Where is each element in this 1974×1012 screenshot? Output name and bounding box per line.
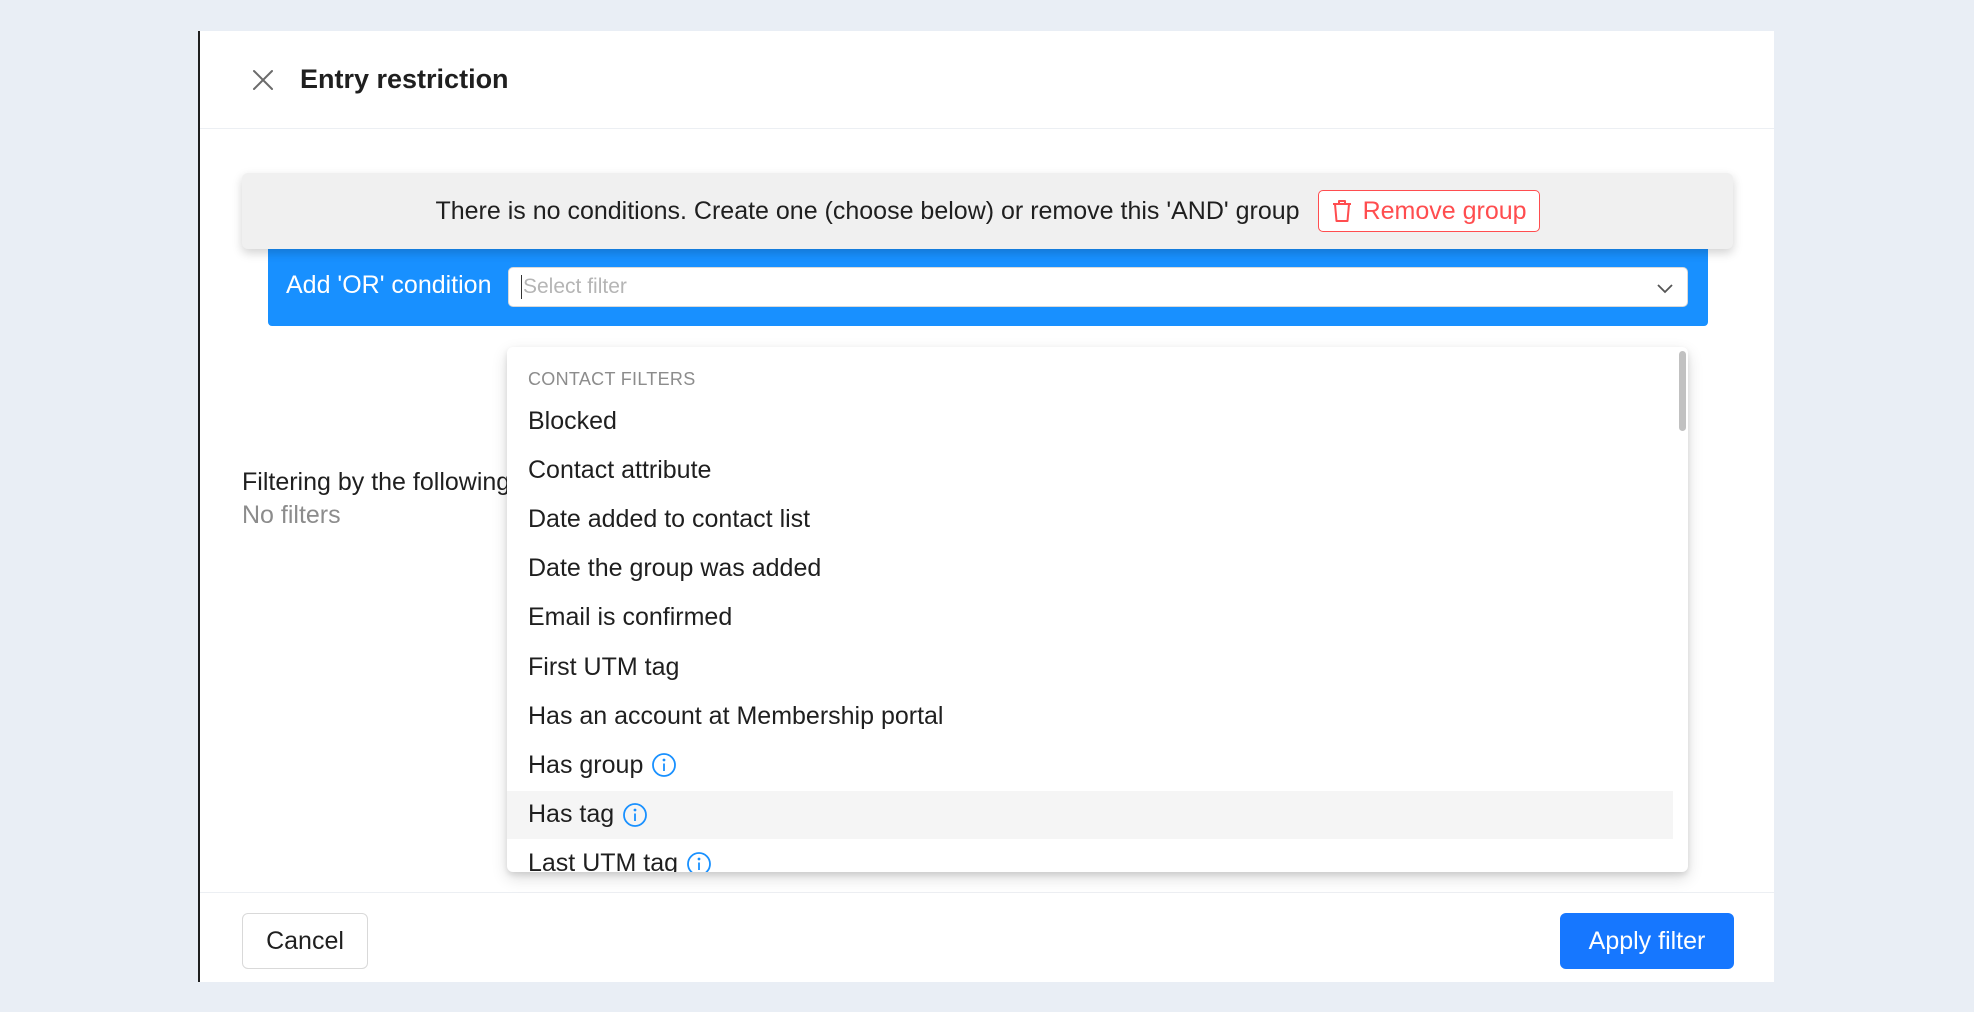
info-circle-icon[interactable]: [622, 802, 648, 828]
and-group-notice: There is no conditions. Create one (choo…: [242, 173, 1733, 249]
remove-group-button[interactable]: Remove group: [1317, 190, 1540, 232]
info-circle-icon[interactable]: [651, 752, 677, 778]
modal-header: Entry restriction: [200, 31, 1774, 129]
dropdown-item[interactable]: Has group: [507, 741, 1673, 789]
dropdown-item[interactable]: Last UTM tag: [507, 840, 1673, 872]
select-filter-placeholder: Select filter: [521, 275, 627, 299]
dropdown-item[interactable]: Has an account at Membership portal: [507, 692, 1673, 740]
dropdown-scrollbar[interactable]: [1679, 351, 1686, 431]
dropdown-item[interactable]: Date the group was added: [507, 545, 1673, 593]
dropdown-item[interactable]: Blocked: [507, 397, 1673, 445]
info-circle-icon[interactable]: [686, 851, 712, 872]
dropdown-item-label: Has group: [528, 750, 644, 779]
dropdown-item[interactable]: First UTM tag: [507, 643, 1673, 691]
dropdown-item-label: First UTM tag: [528, 652, 680, 681]
dropdown-item-label: Email is confirmed: [528, 603, 733, 632]
dropdown-item-label: Has an account at Membership portal: [528, 701, 944, 730]
dropdown-item-label: Contact attribute: [528, 455, 712, 484]
dropdown-item[interactable]: Email is confirmed: [507, 594, 1673, 642]
dropdown-item[interactable]: Date added to contact list: [507, 495, 1673, 543]
trash-icon: [1332, 200, 1351, 222]
no-filters-text: No filters: [242, 501, 341, 529]
select-filter-dropdown[interactable]: Select filter: [508, 267, 1688, 307]
filtering-by-label: Filtering by the following: [242, 468, 511, 496]
dropdown-item-label: Has tag: [528, 800, 615, 829]
entry-restriction-modal: Entry restriction There is no conditions…: [198, 31, 1774, 982]
cancel-button[interactable]: Cancel: [242, 913, 368, 969]
filter-dropdown-menu: CONTACT FILTERS Blocked Contact attribute…: [507, 347, 1688, 872]
dropdown-item-label: Date added to contact list: [528, 504, 811, 533]
dropdown-item-label: Blocked: [528, 406, 617, 435]
modal-footer: Cancel Apply filter: [200, 892, 1774, 982]
dropdown-item[interactable]: Contact attribute: [507, 446, 1673, 494]
close-button[interactable]: [248, 65, 278, 95]
remove-group-label: Remove group: [1362, 196, 1527, 225]
dropdown-item[interactable]: Has tag: [507, 790, 1673, 839]
group-empty-message: There is no conditions. Create one (choo…: [435, 196, 1300, 225]
add-or-condition-label: Add 'OR' condition: [286, 271, 492, 299]
apply-filter-button[interactable]: Apply filter: [1560, 913, 1734, 969]
dropdown-group-title: CONTACT FILTERS: [528, 369, 696, 389]
close-icon[interactable]: [251, 68, 275, 92]
dropdown-item-label: Date the group was added: [528, 554, 822, 583]
chevron-down-icon: [1657, 284, 1673, 294]
modal-title: Entry restriction: [300, 64, 509, 94]
add-or-condition-bar: Add 'OR' condition Select filter: [268, 249, 1708, 326]
dropdown-item-label: Last UTM tag: [528, 849, 679, 872]
